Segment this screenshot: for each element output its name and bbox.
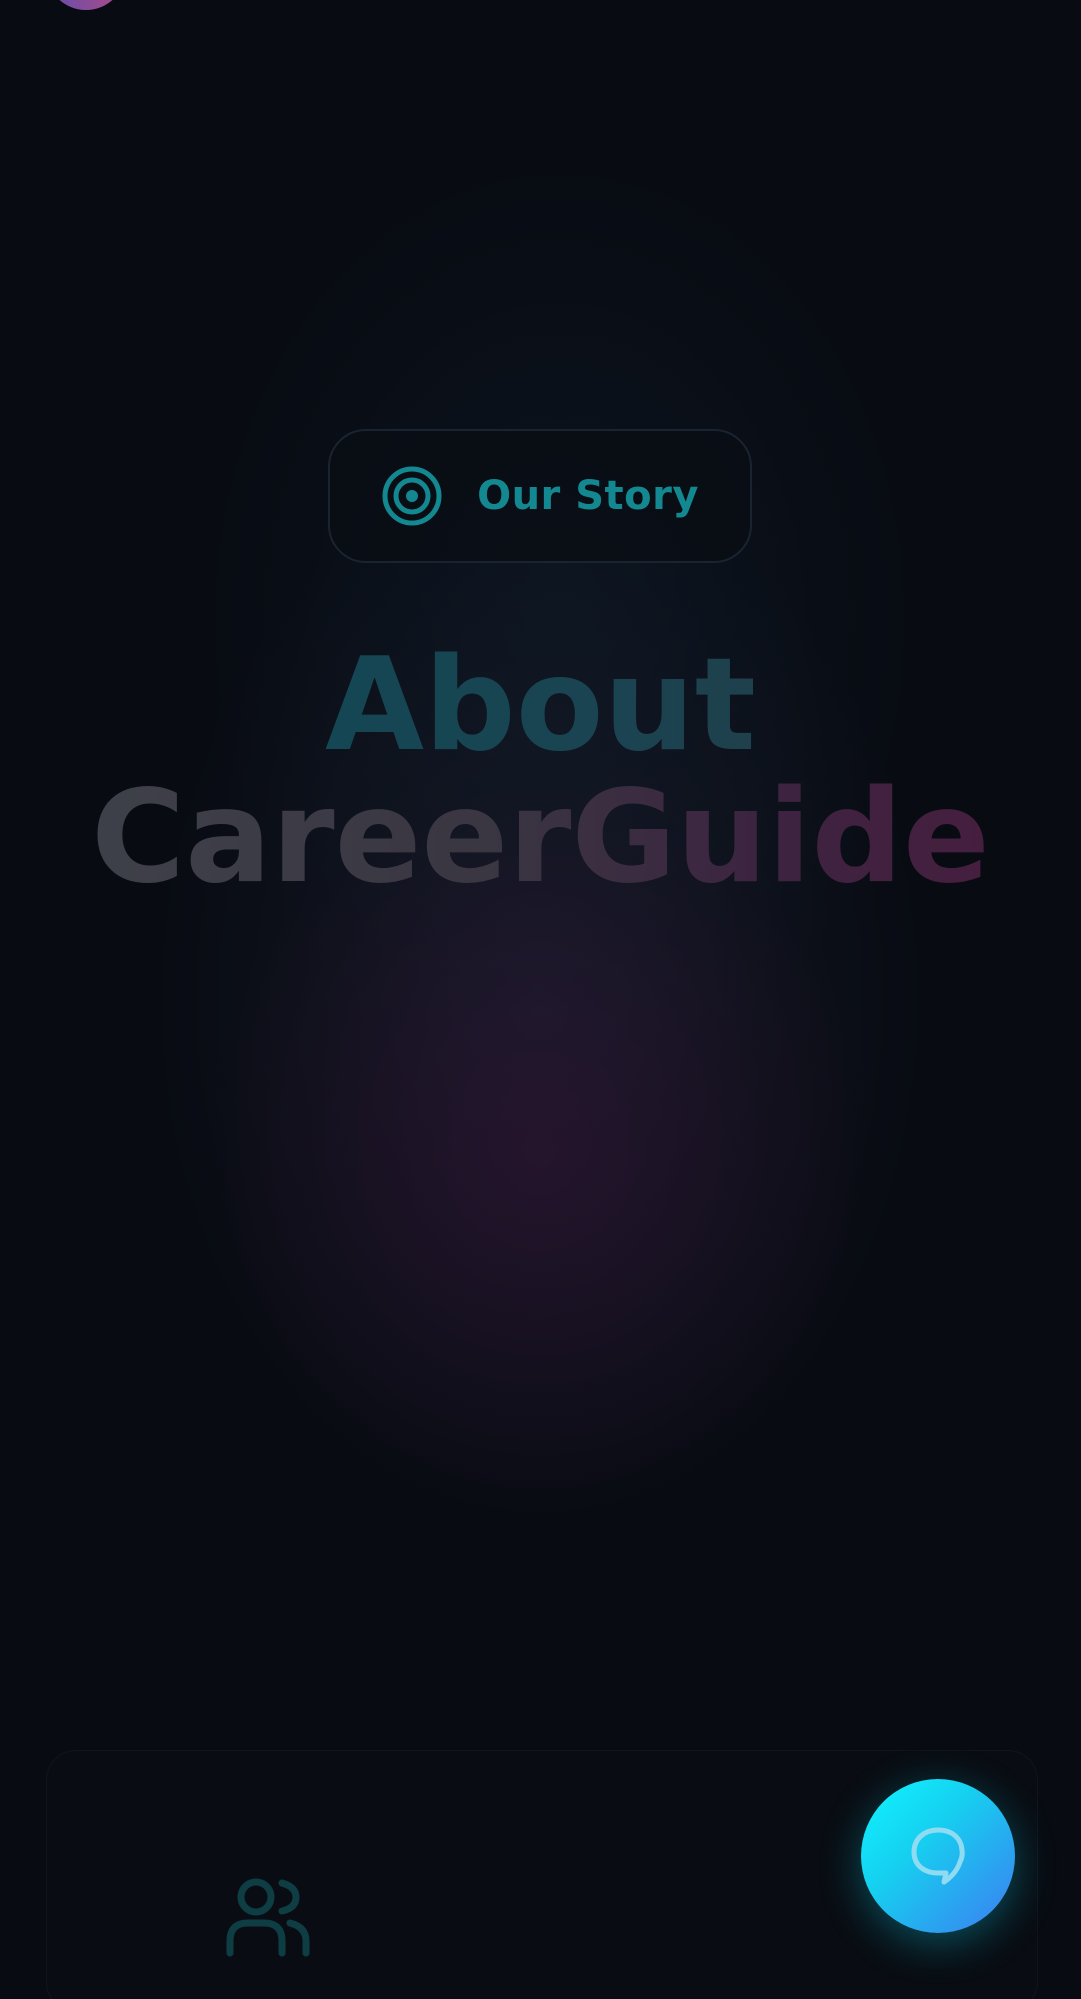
page-title-line-2: CareerGuide	[0, 772, 1081, 904]
users-icon	[226, 1878, 310, 1957]
about-page: Our Story About CareerGuide	[0, 0, 1081, 1999]
chat-button[interactable]	[861, 1779, 1015, 1933]
page-title: About CareerGuide	[0, 640, 1081, 904]
logo-avatar[interactable]	[46, 0, 126, 10]
chat-bubble-icon	[911, 1827, 965, 1885]
our-story-label: Our Story	[477, 473, 699, 519]
page-title-line-1: About	[0, 640, 1081, 772]
our-story-badge: Our Story	[328, 429, 752, 563]
target-icon	[382, 466, 442, 526]
